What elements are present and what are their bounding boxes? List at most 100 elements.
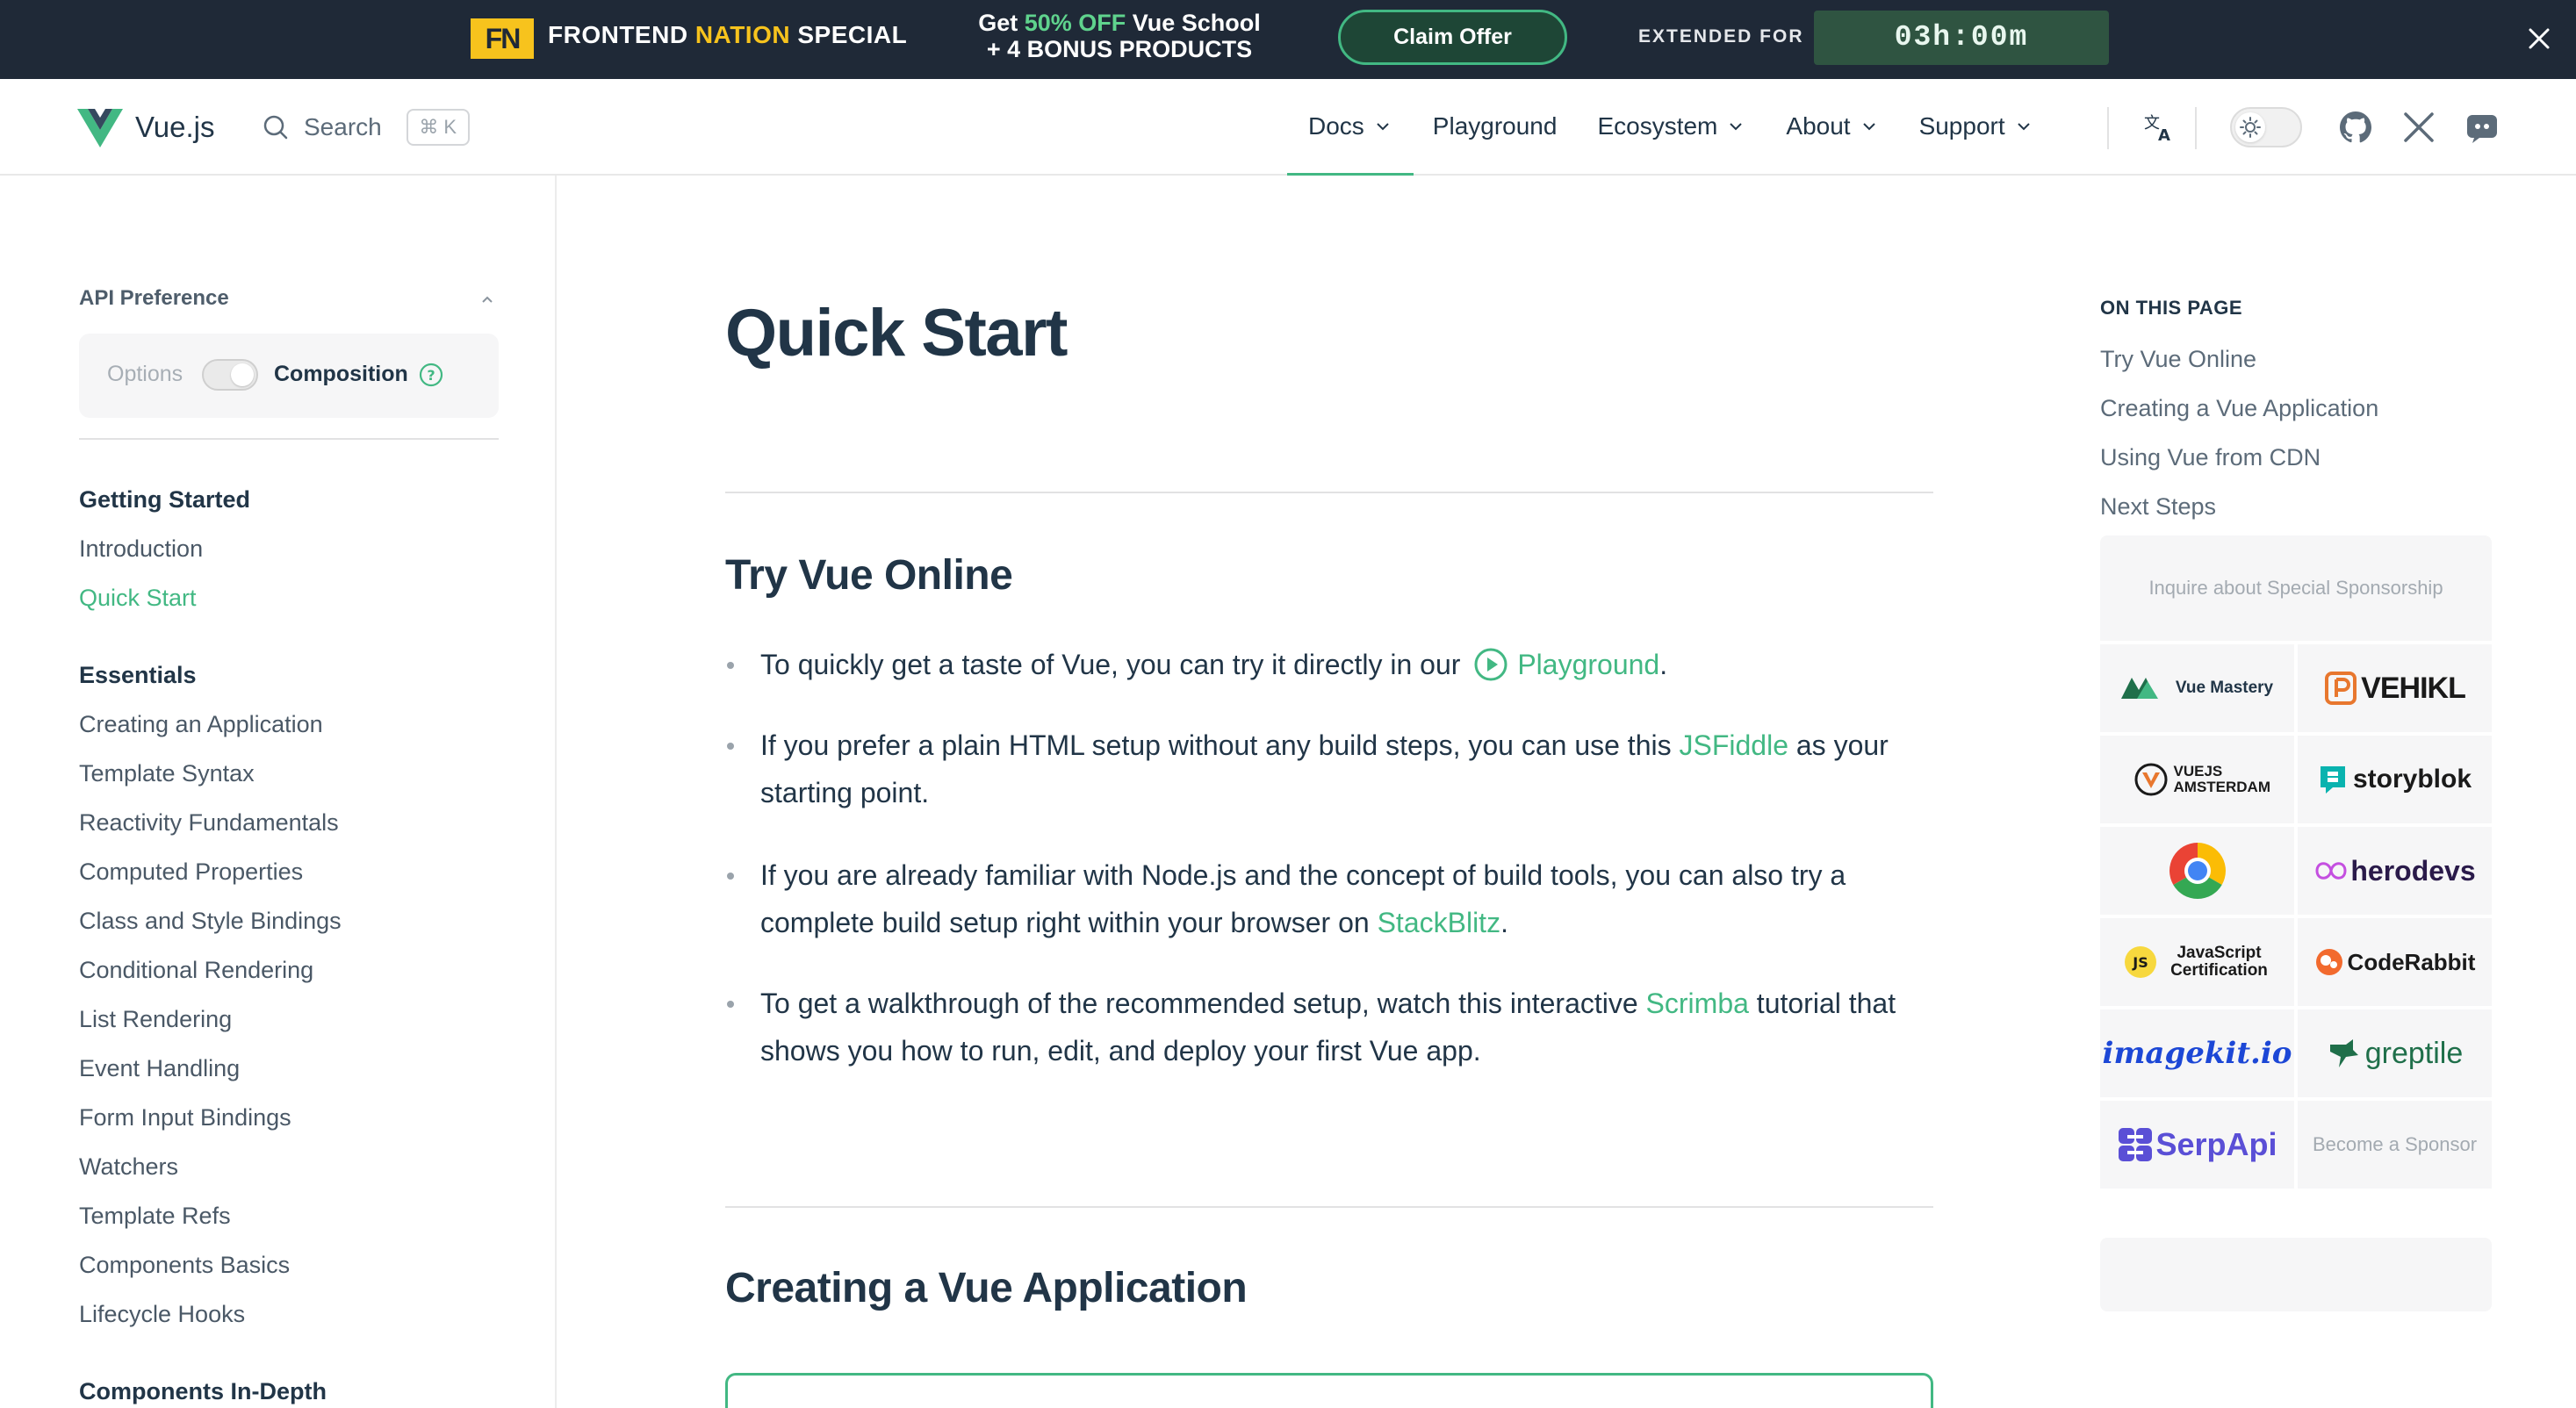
sponsor-chrome[interactable] xyxy=(2100,827,2294,915)
scrimba-link[interactable]: Scrimba xyxy=(1646,988,1749,1019)
sidebar-group-components-in-depth: Components In-Depth xyxy=(79,1378,327,1404)
discord-icon[interactable] xyxy=(2464,109,2500,146)
search-shortcut: ⌘ K xyxy=(406,109,470,146)
search-label: Search xyxy=(304,113,382,140)
chevron-down-icon xyxy=(1862,123,1875,131)
sidebar-item-list-rendering[interactable]: List Rendering xyxy=(79,1006,232,1033)
sponsor-storyblok[interactable]: storyblok xyxy=(2298,736,2492,823)
menu-playground[interactable]: Playground xyxy=(1433,79,1558,174)
sidebar-item-reactivity-fundamentals[interactable]: Reactivity Fundamentals xyxy=(79,809,339,837)
nav-divider xyxy=(2195,107,2197,149)
sidebar-item-conditional-rendering[interactable]: Conditional Rendering xyxy=(79,957,313,984)
toc-link-using-vue-from-cdn[interactable]: Using Vue from CDN xyxy=(2100,444,2321,471)
sponsor-vue-mastery[interactable]: Vue Mastery xyxy=(2100,644,2294,732)
main-menu: Docs Playground Ecosystem About Support xyxy=(1287,79,2074,176)
sidebar-item-template-refs[interactable]: Template Refs xyxy=(79,1203,231,1230)
toc-link-try-vue-online[interactable]: Try Vue Online xyxy=(2100,346,2256,373)
countdown-timer: 03h:00m xyxy=(1814,11,2109,65)
sidebar-item-components-basics[interactable]: Components Basics xyxy=(79,1252,290,1279)
menu-about[interactable]: About xyxy=(1786,79,1878,174)
list-item: To quickly get a taste of Vue, you can t… xyxy=(725,641,1933,688)
bullet-dot xyxy=(727,662,734,669)
menu-ecosystem[interactable]: Ecosystem xyxy=(1597,79,1745,174)
x-twitter-icon[interactable] xyxy=(2400,109,2437,146)
site-title[interactable]: Vue.js xyxy=(135,111,215,144)
top-nav: Vue.js Search ⌘ K Docs Playground Ecosys… xyxy=(0,79,2576,176)
list-item: If you prefer a plain HTML setup without… xyxy=(725,722,1933,816)
api-toggle-knob xyxy=(231,363,254,386)
bullet-dot xyxy=(727,873,734,880)
menu-about-label: About xyxy=(1786,112,1851,140)
chevron-down-icon xyxy=(1730,123,1743,131)
jsfiddle-link[interactable]: JSFiddle xyxy=(1679,729,1788,761)
code-block xyxy=(725,1373,1933,1408)
sidebar-item-watchers[interactable]: Watchers xyxy=(79,1153,178,1181)
sponsor-herodevs[interactable]: herodevs xyxy=(2298,827,2492,915)
api-preference-switch: Options Composition ? xyxy=(79,334,499,418)
sidebar-item-lifecycle-hooks[interactable]: Lifecycle Hooks xyxy=(79,1301,245,1328)
sidebar-item-class-and-style-bindings[interactable]: Class and Style Bindings xyxy=(79,908,342,935)
sidebar-item-quick-start[interactable]: Quick Start xyxy=(79,585,197,612)
chevron-up-icon[interactable] xyxy=(478,290,497,309)
frontend-nation-logo: FN xyxy=(471,18,534,59)
sponsor-javascript-certification[interactable]: JS JavaScript Certification xyxy=(2100,918,2294,1006)
play-icon xyxy=(1474,648,1507,681)
api-preference-title: API Preference xyxy=(79,286,229,310)
claim-offer-button[interactable]: Claim Offer xyxy=(1338,10,1567,65)
on-this-page-title: ON THIS PAGE xyxy=(2100,297,2243,319)
composition-api-label[interactable]: Composition xyxy=(274,362,408,387)
toc-link-next-steps[interactable]: Next Steps xyxy=(2100,493,2216,521)
vue-logo-icon[interactable] xyxy=(77,109,123,147)
vuejs-amsterdam-logo-icon xyxy=(2134,763,2167,796)
sidebar-item-introduction[interactable]: Introduction xyxy=(79,535,203,563)
translate-icon[interactable]: 文 A xyxy=(2141,109,2177,146)
toc-link-creating-a-vue-application[interactable]: Creating a Vue Application xyxy=(2100,395,2378,422)
special-sponsorship-link[interactable]: Inquire about Special Sponsorship xyxy=(2100,535,2492,641)
coderabbit-logo-icon xyxy=(2315,949,2342,975)
sponsor-coderabbit[interactable]: CodeRabbit xyxy=(2298,918,2492,1006)
playground-link[interactable]: Playground xyxy=(1517,649,1659,680)
api-toggle-switch[interactable] xyxy=(202,359,258,391)
become-a-sponsor-link[interactable]: Become a Sponsor xyxy=(2298,1101,2492,1189)
sidebar-divider xyxy=(79,438,499,440)
page-title: Quick Start xyxy=(725,296,1068,370)
help-icon[interactable]: ? xyxy=(418,362,444,388)
section-title-try-vue-online: Try Vue Online xyxy=(725,552,1013,599)
sidebar-item-event-handling[interactable]: Event Handling xyxy=(79,1055,240,1082)
menu-docs[interactable]: Docs xyxy=(1287,79,1414,176)
theme-toggle[interactable] xyxy=(2230,107,2302,147)
chevron-down-icon xyxy=(1377,123,1389,131)
promo-banner: FN FRONTEND NATION SPECIAL Get 50% OFF V… xyxy=(0,0,2576,79)
sponsor-vehikl[interactable]: VEHIKL xyxy=(2298,644,2492,732)
menu-support-label: Support xyxy=(1918,112,2005,140)
svg-text:?: ? xyxy=(427,367,435,384)
sidebar-item-computed-properties[interactable]: Computed Properties xyxy=(79,858,303,886)
bullet-dot xyxy=(727,743,734,750)
search-button[interactable]: Search ⌘ K xyxy=(260,107,470,147)
ad-placeholder xyxy=(2100,1238,2492,1311)
list-item-text: To get a walkthrough of the recommended … xyxy=(760,988,1896,1067)
close-icon[interactable] xyxy=(2522,21,2557,56)
sponsor-greptile[interactable]: greptile xyxy=(2298,1009,2492,1097)
js-certification-logo-icon: JS xyxy=(2124,946,2156,978)
sidebar-item-form-input-bindings[interactable]: Form Input Bindings xyxy=(79,1104,291,1131)
options-api-label[interactable]: Options xyxy=(107,362,183,387)
stackblitz-link[interactable]: StackBlitz xyxy=(1378,907,1500,938)
sponsor-vuejs-amsterdam[interactable]: VUEJS AMSTERDAM xyxy=(2100,736,2294,823)
menu-support[interactable]: Support xyxy=(1919,79,2033,174)
sidebar-item-template-syntax[interactable]: Template Syntax xyxy=(79,760,255,787)
serpapi-logo-icon xyxy=(2119,1128,2153,1161)
vehikl-logo-icon xyxy=(2325,672,2357,705)
sponsor-serpapi[interactable]: SerpApi xyxy=(2100,1101,2294,1189)
section-divider xyxy=(725,492,1933,493)
chrome-logo-icon xyxy=(2169,843,2226,899)
list-item: To get a walkthrough of the recommended … xyxy=(725,980,1933,1074)
github-icon[interactable] xyxy=(2337,109,2374,146)
sun-icon xyxy=(2240,117,2261,138)
list-item-text: If you prefer a plain HTML setup without… xyxy=(760,729,1889,808)
herodevs-logo-icon xyxy=(2315,862,2347,880)
search-icon xyxy=(263,115,288,140)
sidebar-item-creating-an-application[interactable]: Creating an Application xyxy=(79,711,323,738)
sponsor-imagekit[interactable]: imagekit.io xyxy=(2100,1009,2294,1097)
section-divider xyxy=(725,1206,1933,1208)
